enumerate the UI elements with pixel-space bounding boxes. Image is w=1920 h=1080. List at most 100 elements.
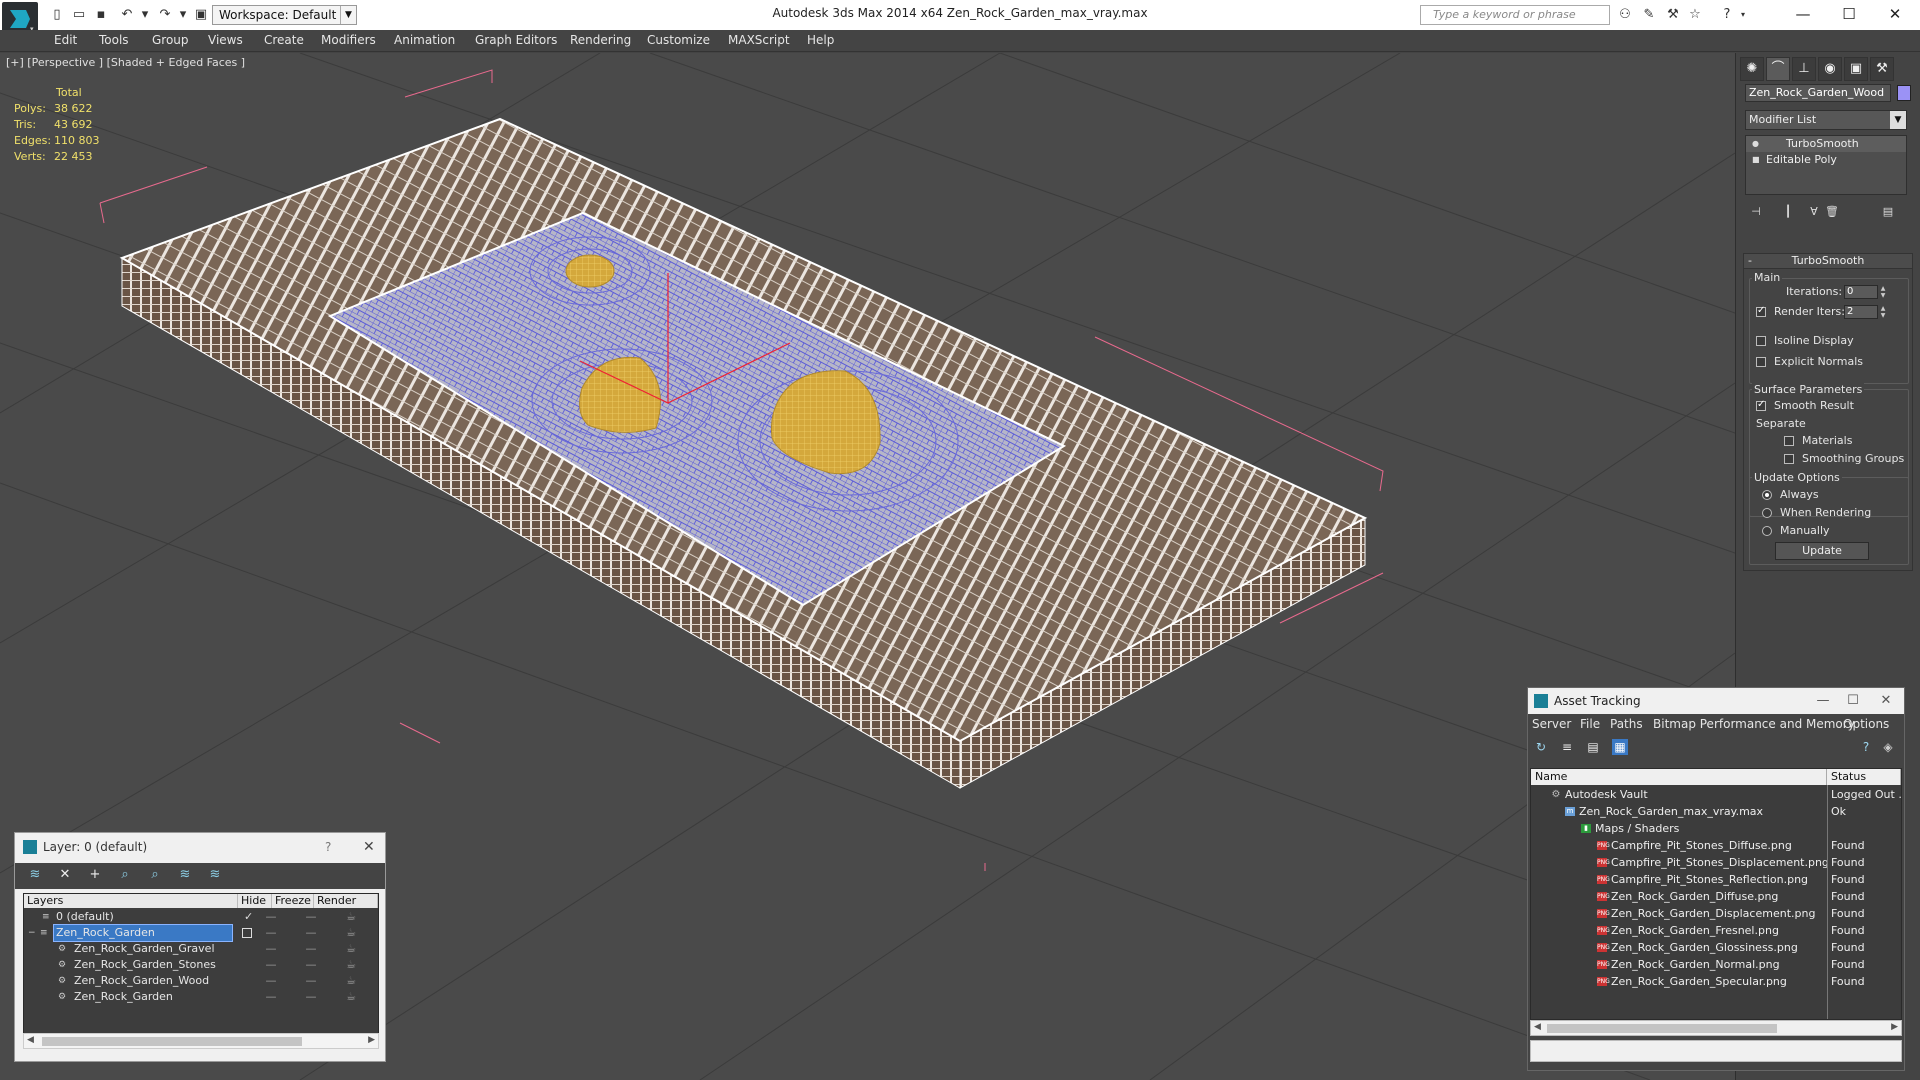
undo-dropdown-icon[interactable]: ▾ bbox=[136, 6, 154, 24]
hierarchy-tab-icon[interactable]: ⊥ bbox=[1792, 57, 1816, 81]
show-end-result-icon[interactable]: ┃ bbox=[1781, 205, 1795, 219]
render-toggle-icon[interactable]: ☕ bbox=[344, 973, 358, 989]
subscription-icon[interactable]: ✎ bbox=[1640, 6, 1658, 24]
menu-graph-editors[interactable]: Graph Editors bbox=[475, 33, 557, 47]
scroll-right-icon[interactable]: ▶ bbox=[1891, 1022, 1898, 1032]
spinner-arrows-icon[interactable]: ▲ ▼ bbox=[1879, 285, 1887, 299]
hide-toggle[interactable]: — bbox=[264, 957, 278, 973]
menu-server[interactable]: Server bbox=[1532, 717, 1571, 731]
minimize-button[interactable]: — bbox=[1780, 2, 1826, 26]
help-icon[interactable]: ? bbox=[1858, 739, 1874, 755]
asset-row[interactable]: ⚙ Autodesk Vault Logged Out . bbox=[1531, 786, 1902, 803]
create-tab-icon[interactable]: ✺ bbox=[1740, 57, 1764, 81]
pin-stack-icon[interactable]: ⊣ bbox=[1749, 205, 1763, 219]
list-view-icon[interactable]: ≡ bbox=[1559, 739, 1575, 755]
update-button[interactable]: Update bbox=[1775, 542, 1869, 560]
menu-animation[interactable]: Animation bbox=[394, 33, 455, 47]
freeze-toggle[interactable]: — bbox=[304, 973, 318, 989]
hide-toggle[interactable]: — bbox=[264, 989, 278, 1005]
expand-icon[interactable]: ■ bbox=[1752, 155, 1760, 164]
menu-maxscript[interactable]: MAXScript bbox=[728, 33, 790, 47]
highlight-icon[interactable]: ◈ bbox=[1880, 739, 1896, 755]
favorites-icon[interactable]: ☆ bbox=[1686, 6, 1704, 24]
name-column-header[interactable]: Name bbox=[1531, 769, 1827, 785]
help-button[interactable]: ? bbox=[325, 840, 331, 854]
open-file-icon[interactable]: ▭ bbox=[70, 6, 88, 24]
delete-layer-icon[interactable]: ✕ bbox=[55, 867, 75, 885]
project-folder-icon[interactable]: ▣ bbox=[192, 6, 210, 24]
workspace-select[interactable]: Workspace: Default ▼ bbox=[212, 5, 357, 25]
search-input[interactable]: Type a keyword or phrase bbox=[1420, 5, 1610, 25]
stack-item-turbosmooth[interactable]: ● TurboSmooth bbox=[1746, 136, 1906, 152]
status-column-header[interactable]: Status bbox=[1827, 769, 1901, 785]
layer-row[interactable]: − ≡ Zen_Rock_Garden — — ☕ bbox=[24, 924, 378, 942]
redo-dropdown-icon[interactable]: ▾ bbox=[174, 6, 192, 24]
object-name-field[interactable]: Zen_Rock_Garden_Wood bbox=[1745, 84, 1891, 102]
asset-horizontal-scrollbar[interactable]: ◀ ▶ bbox=[1530, 1020, 1902, 1036]
turbosmooth-rollout-header[interactable]: - TurboSmooth bbox=[1743, 253, 1913, 269]
render-toggle-icon[interactable]: ☕ bbox=[344, 957, 358, 973]
scroll-thumb[interactable] bbox=[1547, 1024, 1777, 1033]
redo-icon[interactable]: ↷ bbox=[156, 6, 174, 24]
menu-create[interactable]: Create bbox=[264, 33, 304, 47]
display-tab-icon[interactable]: ▣ bbox=[1844, 57, 1868, 81]
scroll-right-icon[interactable]: ▶ bbox=[368, 1035, 375, 1045]
lightbulb-icon[interactable]: ● bbox=[1752, 139, 1760, 148]
menu-options[interactable]: Options bbox=[1843, 717, 1889, 731]
smooth-result-checkbox[interactable] bbox=[1756, 399, 1766, 411]
menu-paths[interactable]: Paths bbox=[1610, 717, 1643, 731]
asset-row[interactable]: PNG Campfire_Pit_Stones_Displacement.png… bbox=[1531, 854, 1901, 871]
active-layer-icon[interactable]: ✓ bbox=[244, 909, 253, 925]
layers-column-header[interactable]: Layers bbox=[24, 894, 238, 908]
render-iters-spinner[interactable]: 2 bbox=[1844, 305, 1878, 319]
layer-horizontal-scrollbar[interactable]: ◀ ▶ bbox=[23, 1033, 379, 1049]
asset-row[interactable]: PNG Zen_Rock_Garden_Displacement.png Fou… bbox=[1531, 905, 1901, 922]
menu-bitmap-performance[interactable]: Bitmap Performance and Memory bbox=[1653, 717, 1855, 731]
hide-toggle[interactable]: — bbox=[264, 909, 278, 925]
hide-toggle[interactable]: — bbox=[264, 973, 278, 989]
freeze-toggle[interactable]: — bbox=[304, 957, 318, 973]
when-rendering-radio[interactable] bbox=[1762, 508, 1772, 518]
add-to-layer-icon[interactable]: + bbox=[85, 867, 105, 885]
layer-row[interactable]: ⚙ Zen_Rock_Garden_Gravel — — ☕ bbox=[24, 941, 378, 957]
isoline-display-checkbox[interactable] bbox=[1756, 336, 1766, 346]
layer-row[interactable]: ⚙ Zen_Rock_Garden — — ☕ bbox=[24, 989, 378, 1005]
menu-views[interactable]: Views bbox=[208, 33, 243, 47]
always-radio[interactable] bbox=[1762, 490, 1772, 500]
render-column-header[interactable]: Render bbox=[314, 894, 378, 908]
freeze-toggle[interactable]: — bbox=[304, 941, 318, 957]
render-toggle-icon[interactable]: ☕ bbox=[344, 925, 358, 941]
smoothing-groups-checkbox[interactable] bbox=[1784, 454, 1794, 464]
modifier-list-select[interactable]: Modifier List ▼ bbox=[1745, 110, 1907, 130]
modify-tab-icon[interactable]: ⌒ bbox=[1766, 57, 1790, 81]
hide-toggle[interactable]: — bbox=[264, 925, 278, 941]
stack-item-editable-poly[interactable]: ■ Editable Poly bbox=[1746, 152, 1906, 168]
hide-column-header[interactable]: Hide bbox=[238, 894, 272, 908]
menu-group[interactable]: Group bbox=[152, 33, 189, 47]
menu-help[interactable]: Help bbox=[807, 33, 834, 47]
menu-file[interactable]: File bbox=[1580, 717, 1600, 731]
motion-tab-icon[interactable]: ◉ bbox=[1818, 57, 1842, 81]
maximize-button[interactable]: ☐ bbox=[1838, 688, 1868, 714]
undo-icon[interactable]: ↶ bbox=[118, 6, 136, 24]
object-color-swatch[interactable] bbox=[1897, 85, 1911, 101]
binoculars-icon[interactable]: ⚇ bbox=[1616, 6, 1634, 24]
asset-row[interactable]: m Zen_Rock_Garden_max_vray.max Ok bbox=[1531, 803, 1901, 820]
menu-customize[interactable]: Customize bbox=[647, 33, 710, 47]
hide-all-icon[interactable]: ≋ bbox=[175, 867, 195, 885]
freeze-toggle[interactable]: — bbox=[304, 909, 318, 925]
freeze-all-icon[interactable]: ≋ bbox=[205, 867, 225, 885]
layer-row[interactable]: ≡ 0 (default) ✓ — — ☕ bbox=[24, 909, 378, 925]
make-unique-icon[interactable]: ∀ bbox=[1807, 205, 1821, 219]
configure-sets-icon[interactable]: ▤ bbox=[1881, 205, 1895, 219]
utilities-tab-icon[interactable]: ⚒ bbox=[1870, 57, 1894, 81]
highlight-layer-icon[interactable]: ⌕ bbox=[145, 867, 165, 885]
hide-toggle[interactable]: — bbox=[264, 941, 278, 957]
asset-row[interactable]: PNG Campfire_Pit_Stones_Diffuse.png Foun… bbox=[1531, 837, 1901, 854]
asset-row[interactable]: PNG Zen_Rock_Garden_Glossiness.png Found bbox=[1531, 939, 1901, 956]
render-toggle-icon[interactable]: ☕ bbox=[344, 941, 358, 957]
asset-row[interactable]: ▮ Maps / Shaders bbox=[1531, 820, 1901, 837]
render-iters-checkbox[interactable] bbox=[1756, 305, 1766, 317]
minimize-button[interactable]: — bbox=[1808, 688, 1838, 714]
new-file-icon[interactable]: ▯ bbox=[48, 6, 66, 24]
